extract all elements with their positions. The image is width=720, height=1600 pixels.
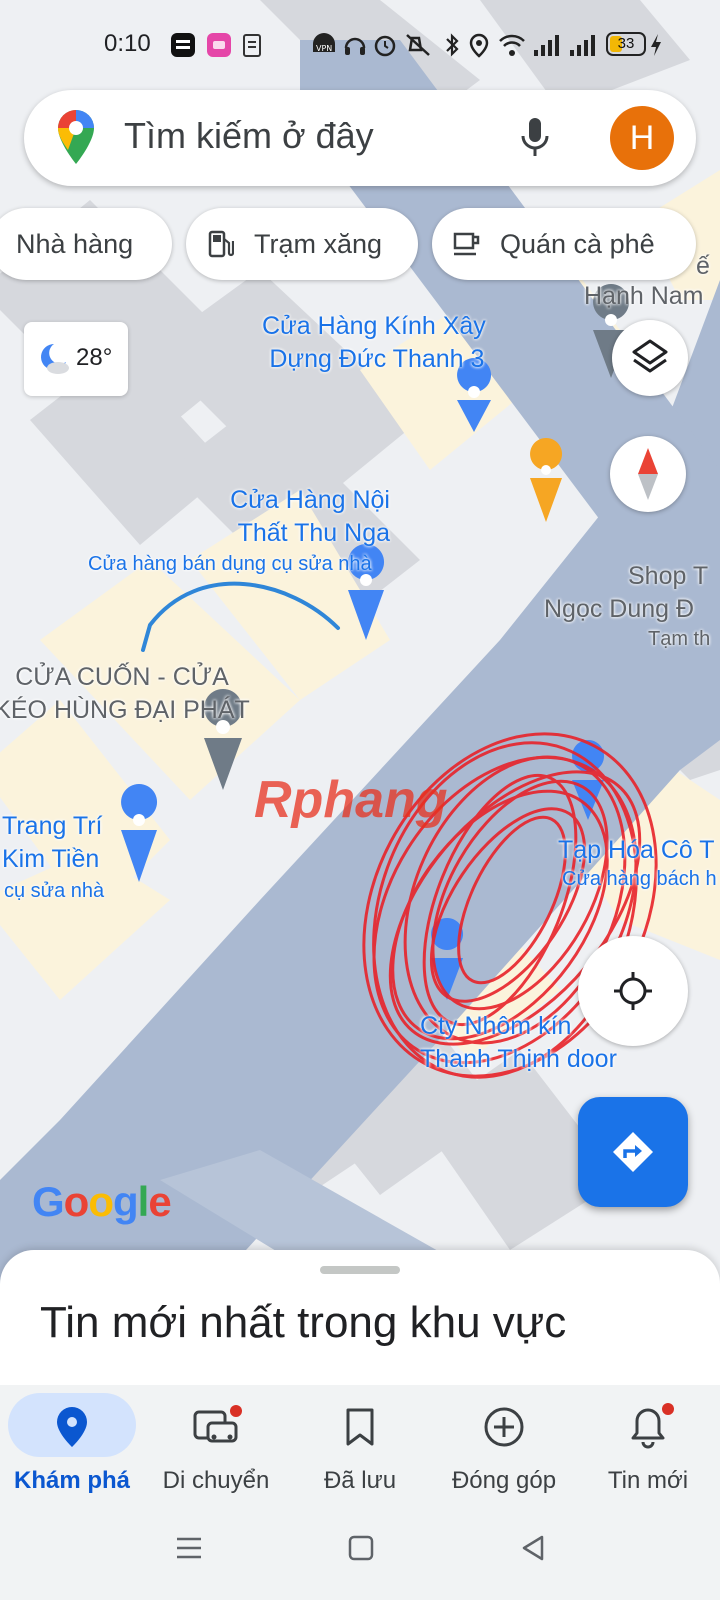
place-label-shop-line2: Ngọc Dung Đ <box>544 595 695 623</box>
place-category-label: Cửa hàng bán dụng cụ sửa nhà <box>88 553 372 575</box>
bottom-navigation: Khám phá Di chuyển Đã lưu Đóng góp Tin m… <box>0 1385 720 1507</box>
nav-explore[interactable]: Khám phá <box>0 1385 144 1507</box>
layers-icon <box>632 339 668 373</box>
place-name-line: Thất Thu Nga <box>237 519 390 547</box>
headset-icon <box>344 37 366 55</box>
location-icon <box>469 33 489 58</box>
weather-temperature: 28° <box>76 344 113 371</box>
place-label-tap-hoa[interactable]: Tạp Hóa Cô T <box>558 834 715 867</box>
battery-icon: 33 <box>606 32 646 56</box>
place-label-cua-cuon[interactable]: CỬA CUỐN - CỬA KÉO HÙNG ĐẠI PHÁT <box>0 661 250 727</box>
bookmark-icon <box>346 1408 374 1446</box>
wifi-icon <box>499 34 525 56</box>
place-name-line: Trang Trí <box>2 812 103 840</box>
place-name-line: Dựng Đức Thanh 3 <box>269 345 485 373</box>
nav-label: Di chuyển <box>162 1467 270 1494</box>
charging-icon <box>651 34 661 56</box>
bluetooth-icon <box>446 33 459 57</box>
signal-icon <box>534 35 559 56</box>
baomoi-app-icon <box>171 33 195 57</box>
status-time: 0:10 <box>104 30 151 57</box>
chip-restaurant[interactable]: Nhà hàng <box>0 208 172 280</box>
battery-level: 33 <box>617 35 635 52</box>
layers-button[interactable] <box>612 320 688 396</box>
vpn-icon: VPN <box>313 33 335 53</box>
logo-letter: e <box>148 1178 171 1225</box>
alarm-icon <box>374 35 396 57</box>
chip-gas-station[interactable]: Trạm xăng <box>186 208 418 280</box>
watermark: Rphang <box>254 771 448 829</box>
search-placeholder[interactable]: Tìm kiếm ở đây <box>124 115 374 157</box>
google-maps-logo-icon <box>58 110 94 164</box>
add-circle-icon <box>484 1407 524 1447</box>
place-name-line: KÉO HÙNG ĐẠI PHÁT <box>0 696 250 724</box>
system-navigation-bar <box>0 1507 720 1600</box>
home-icon[interactable] <box>348 1535 374 1561</box>
clipboard-icon <box>243 34 261 57</box>
place-category-label: Cửa hàng bách h <box>562 868 717 890</box>
my-location-button[interactable] <box>578 936 688 1046</box>
place-status-label: Tạm th <box>648 628 711 650</box>
logo-letter: o <box>88 1178 114 1225</box>
notification-badge <box>230 1405 242 1417</box>
notification-badge <box>662 1403 674 1415</box>
nav-label: Khám phá <box>13 1467 130 1494</box>
nav-contribute[interactable]: Đóng góp <box>432 1385 576 1507</box>
place-name-line: Cửa Hàng Kính Xây <box>262 312 486 340</box>
chip-label: Trạm xăng <box>254 228 383 259</box>
crosshair-icon <box>614 972 652 1010</box>
google-logo: Google <box>32 1178 172 1226</box>
nav-saved[interactable]: Đã lưu <box>288 1385 432 1507</box>
mute-icon <box>406 34 430 56</box>
place-label-kinh-xay-dung[interactable]: Cửa Hàng Kính Xây Dựng Đức Thanh 3 <box>262 310 486 376</box>
directions-button[interactable] <box>578 1097 688 1207</box>
chip-coffee[interactable]: Quán cà phê <box>432 208 696 280</box>
chip-label: Quán cà phê <box>500 228 655 259</box>
directions-icon <box>613 1132 653 1172</box>
account-avatar[interactable]: H <box>610 106 674 170</box>
explore-pin-icon <box>57 1407 87 1447</box>
logo-letter: G <box>32 1178 65 1225</box>
place-label-noi-that[interactable]: Cửa Hàng Nội Thất Thu Nga <box>212 484 390 550</box>
place-label-trang-tri[interactable]: Trang Trí Kim Tiền <box>2 810 103 876</box>
back-icon[interactable] <box>520 1535 546 1561</box>
sheet-drag-handle[interactable] <box>320 1266 400 1274</box>
compass-icon <box>638 448 658 500</box>
svg-text:VPN: VPN <box>316 44 332 53</box>
logo-letter: g <box>112 1178 139 1225</box>
place-label-hanh-nam[interactable]: Hạnh Nam <box>584 280 704 313</box>
coffee-icon <box>453 232 480 256</box>
place-label-shop[interactable]: Shop T <box>628 560 708 593</box>
compass-button[interactable] <box>610 436 686 512</box>
place-name-line: Kim Tiền <box>2 845 100 873</box>
nav-label: Đóng góp <box>451 1467 557 1494</box>
nav-updates[interactable]: Tin mới <box>576 1385 720 1507</box>
signal-icon <box>570 35 595 56</box>
place-label-fragment: ế <box>696 252 710 280</box>
gas-station-icon <box>208 230 234 258</box>
news-bottom-sheet[interactable]: Tin mới nhất trong khu vực <box>0 1250 720 1385</box>
logo-letter: l <box>137 1178 150 1225</box>
sheet-title: Tin mới nhất trong khu vực <box>40 1298 567 1347</box>
nav-commute[interactable]: Di chuyển <box>144 1385 288 1507</box>
search-bar[interactable]: Tìm kiếm ở đây H <box>24 90 696 186</box>
microphone-icon[interactable] <box>520 116 550 160</box>
place-name-line: CỬA CUỐN - CỬA <box>15 663 229 691</box>
lazada-app-icon <box>207 33 231 57</box>
place-name-line: Thanh Thịnh door <box>420 1045 617 1073</box>
weather-badge[interactable]: 28° <box>24 322 128 396</box>
status-bar: 0:10 VPN 33 <box>0 0 720 90</box>
menu-icon[interactable] <box>176 1535 202 1561</box>
logo-letter: o <box>63 1178 90 1225</box>
nav-label: Đã lưu <box>323 1467 397 1494</box>
place-name-line: Cửa Hàng Nội <box>230 486 390 514</box>
moon-cloud-icon <box>41 344 69 374</box>
nav-label: Tin mới <box>607 1467 689 1494</box>
place-category-label: cụ sửa nhà <box>4 880 105 902</box>
chip-label: Nhà hàng <box>16 228 134 259</box>
